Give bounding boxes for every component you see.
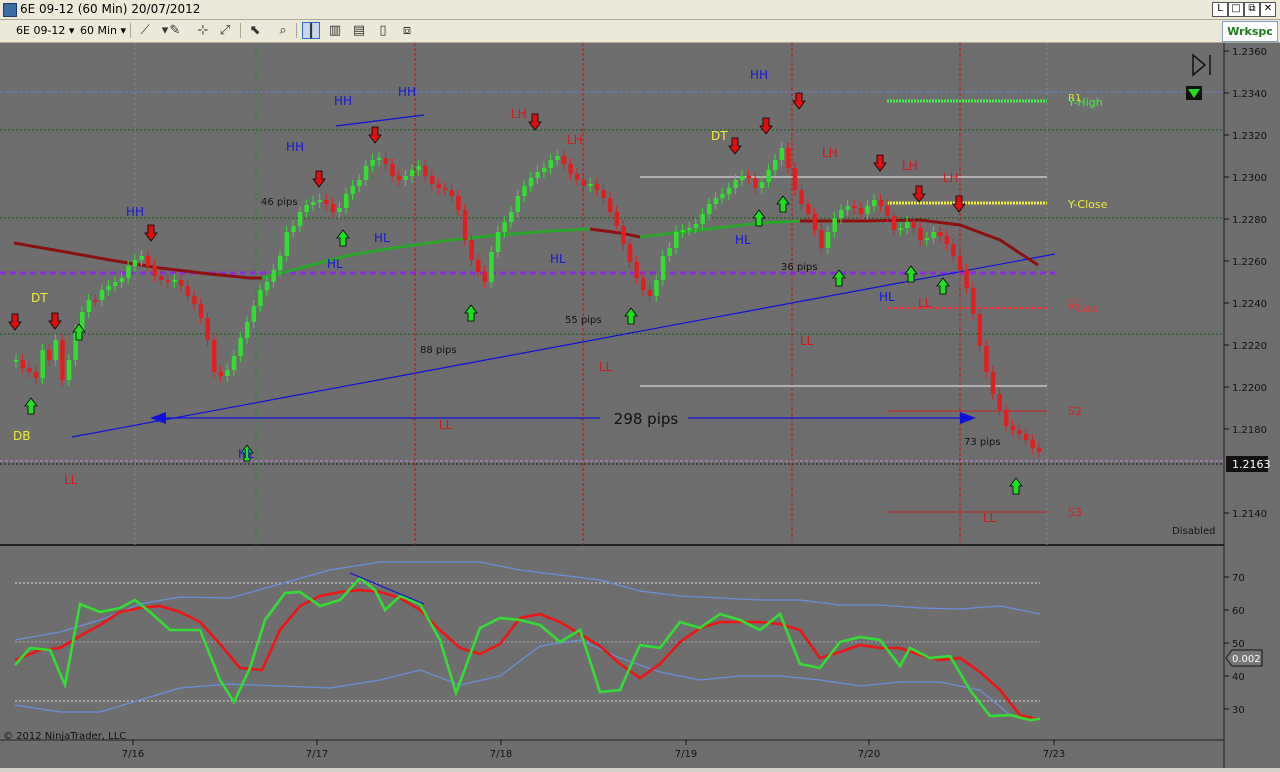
chart-properties-icon[interactable]: ▤ [350, 22, 368, 39]
instrument-label: 6E 09-12 [16, 24, 66, 37]
interval-label: 60 Min [80, 24, 118, 37]
toolbar-divider [240, 23, 241, 38]
link-button[interactable]: L [1212, 2, 1228, 17]
minimize-button[interactable]: □ [1228, 2, 1244, 17]
chart-overlay [0, 43, 1280, 768]
select-icon[interactable]: ⬉ [246, 22, 264, 39]
candlestick-icon[interactable]: ▥ [326, 22, 344, 39]
magnifier-icon[interactable]: ⌕ [274, 22, 292, 39]
bar-style-icon[interactable]: ┃ [302, 22, 320, 39]
close-button[interactable]: ✕ [1260, 2, 1276, 17]
crosshair-icon[interactable]: ⊹ [194, 22, 212, 39]
zoom-icon[interactable]: ⤢ [216, 22, 234, 39]
workspace-button[interactable]: Wrkspc [1222, 21, 1278, 42]
interval-selector[interactable]: 60 Min ▾ [80, 22, 126, 39]
instrument-selector[interactable]: 6E 09-12 ▾ [16, 22, 74, 39]
toolbar-divider [296, 23, 297, 38]
toolbar-divider [130, 23, 131, 38]
window-titlebar: 6E 09-12 (60 Min) 20/07/2012 L □ ⧉ ✕ [0, 0, 1280, 20]
strategy-icon[interactable]: ⧈ [398, 22, 416, 39]
draw-line-icon[interactable]: ⟋ [136, 22, 154, 39]
data-box-icon[interactable]: ▯ [374, 22, 392, 39]
restore-button[interactable]: ⧉ [1244, 2, 1260, 17]
ninjatrader-app-icon [3, 3, 17, 17]
window-title: 6E 09-12 (60 Min) 20/07/2012 [20, 2, 201, 16]
pencil-icon[interactable]: ✎ [166, 22, 184, 39]
chart-panel[interactable]: HH HH HH HH HH HL HL HL HL HL HL LH LH LH LH LH LL LL LL LL… [0, 43, 1280, 768]
chart-toolbar: 6E 09-12 ▾ 60 Min ▾ ⟋ ▾ ✎ ⊹ ⤢ ⬉ ⌕ ┃ ▥ ▤ … [0, 20, 1280, 43]
